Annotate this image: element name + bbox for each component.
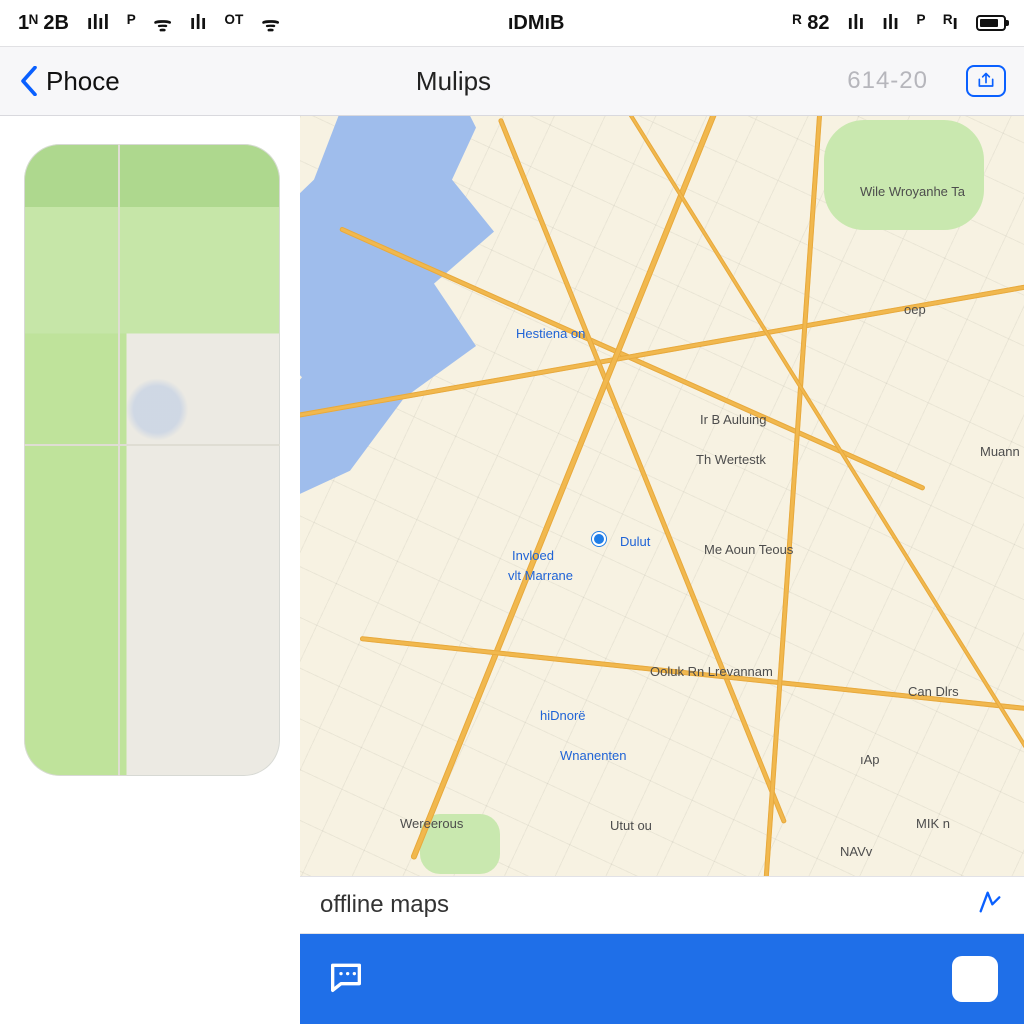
map-place-label: Me Aoun Teous (704, 542, 793, 557)
status-indicator: ᴿ 82 (793, 12, 830, 35)
map-thumbnail[interactable] (24, 144, 280, 776)
map-place-label: oep (904, 302, 926, 317)
map-place-label: Th Wertestk (696, 452, 766, 467)
map-place-label: vlt Marrane (508, 568, 573, 583)
bottom-bar-right-button[interactable] (952, 956, 998, 1002)
status-right: ᴿ 82 ılı ılı ᴾ ᴿı (793, 12, 1006, 35)
chat-icon (326, 957, 366, 997)
status-indicator: 1ᴺ 2B (18, 12, 69, 35)
map-column: Hestiena on Ir B Auluing Th Wertestk Wile W… (300, 116, 1024, 1024)
page-title: Mulips (74, 66, 834, 97)
cellular-signal-icon: ılı (882, 12, 899, 35)
status-left: 1ᴺ 2B ılıl ᴾ ᯤ ılı ᴼᵀ ᯤ (18, 10, 280, 37)
battery-icon (976, 15, 1006, 31)
share-icon (976, 71, 996, 91)
offline-maps-action[interactable] (976, 888, 1004, 923)
map-place-label: Wereerous (400, 816, 463, 831)
status-indicator: ᴾ (127, 12, 135, 35)
nav-aux-text: 614-20 (847, 67, 928, 95)
status-indicator: ᴼᵀ (224, 12, 243, 35)
status-indicator: ᴾ (917, 12, 925, 35)
map-place-label: ıAp (860, 752, 880, 767)
map-thumbnail-column (0, 116, 300, 1024)
map-place-label: MIK n (916, 816, 950, 831)
map-place-label: Utut ou (610, 818, 652, 833)
map-place-label: Wile Wroyanhe Ta (860, 184, 965, 199)
nav-action-button[interactable] (966, 65, 1006, 97)
bottom-bar-left-button[interactable] (326, 957, 366, 1002)
map-place-label: Ir B Auluing (700, 412, 767, 427)
map-place-label: hiDnorë (540, 708, 586, 723)
route-icon (976, 888, 1004, 916)
map-place-label: Ooluk Rn Lrevannam (650, 664, 773, 679)
status-bar: 1ᴺ 2B ılıl ᴾ ᯤ ılı ᴼᵀ ᯤ ıDMıB ᴿ 82 ılı ı… (0, 0, 1024, 46)
status-indicator: ᴿı (943, 12, 958, 35)
map-place-label: Wnanenten (560, 748, 627, 763)
nav-bar: Phoce Mulips 614-20 (0, 46, 1024, 116)
cellular-signal-icon: ılı (190, 12, 207, 35)
map-place-label: Dulut (620, 534, 650, 549)
map-place-label: Hestiena on (516, 326, 585, 341)
status-center-text: ıDMıB (508, 12, 565, 35)
cellular-signal-icon: ılıl (87, 12, 109, 35)
map-place-label: Can Dlrs (908, 684, 959, 699)
offline-maps-bar[interactable]: offline maps (300, 876, 1024, 934)
wifi-icon: ᯤ (154, 10, 172, 37)
map-location-pin[interactable] (592, 532, 606, 546)
content: Hestiena on Ir B Auluing Th Wertestk Wile W… (0, 116, 1024, 1024)
bottom-action-bar (300, 934, 1024, 1024)
map-place-label: Invloed (512, 548, 554, 563)
chevron-left-icon (18, 66, 40, 96)
map-place-label: NAVv (840, 844, 872, 859)
wifi-icon: ᯤ (262, 10, 280, 37)
cellular-signal-icon: ılı (848, 12, 865, 35)
map-place-label: Muann (980, 444, 1020, 459)
offline-maps-label: offline maps (320, 891, 449, 919)
